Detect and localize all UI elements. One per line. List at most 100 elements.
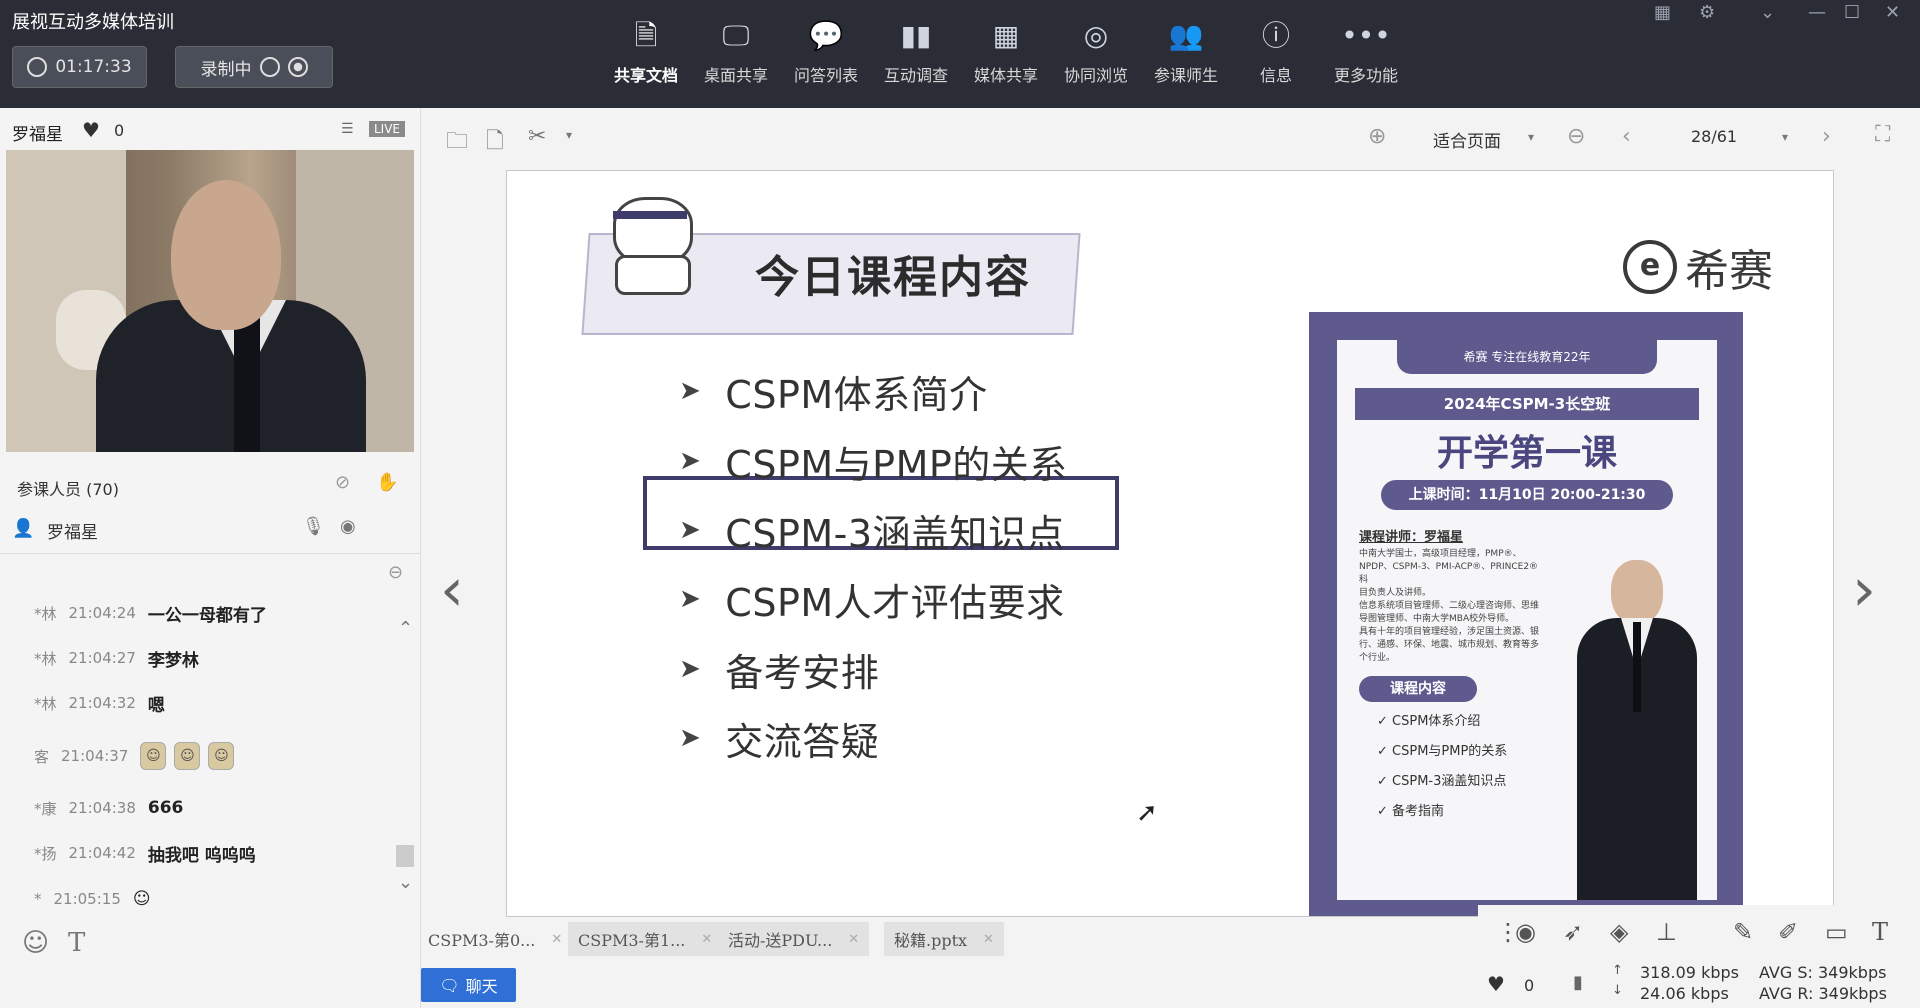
microphone-icon[interactable]: 🎙 bbox=[302, 516, 325, 537]
toolbar-media-share[interactable]: ▦ 媒体共享 bbox=[961, 18, 1051, 86]
session-timer: 01:17:33 bbox=[12, 46, 147, 88]
pause-recording-icon[interactable] bbox=[259, 57, 280, 77]
presenter-likes: 0 bbox=[114, 121, 125, 140]
file-tab[interactable]: 活动-送PDU... ✕ bbox=[718, 922, 870, 956]
pointer-icon[interactable]: ➶ bbox=[1563, 918, 1583, 946]
highlighter-icon[interactable]: ✎ bbox=[1733, 918, 1753, 946]
zoom-dropdown-icon[interactable]: ▾ bbox=[1528, 130, 1534, 144]
previous-page-icon[interactable]: ‹ bbox=[1622, 124, 1631, 149]
poster-class-name: 2024年CSPM-3长空班 bbox=[1355, 388, 1699, 420]
zoom-out-icon[interactable]: ⊖ bbox=[1567, 124, 1585, 149]
stamp-icon[interactable]: ⊥ bbox=[1656, 918, 1677, 946]
heart-icon[interactable]: ♥ bbox=[82, 118, 100, 142]
slide-bullet: ➤ 备考安排 bbox=[679, 639, 879, 699]
close-icon[interactable]: ✕ bbox=[1885, 2, 1900, 23]
zoom-in-icon[interactable]: ⊕ bbox=[1368, 124, 1386, 149]
chat-message: *林 21:04:27 李梦林 bbox=[34, 645, 199, 671]
folder-icon[interactable]: 🗀 bbox=[446, 124, 468, 162]
maximize-icon[interactable]: ☐ bbox=[1844, 2, 1860, 23]
toolbar-more[interactable]: ••• 更多功能 bbox=[1321, 18, 1411, 86]
list-menu-icon[interactable]: ☰ bbox=[341, 121, 354, 137]
toolbar-share-document[interactable]: 🗎 共享文档 bbox=[601, 18, 691, 86]
chat-time: 21:04:38 bbox=[68, 799, 136, 817]
next-page-icon[interactable]: › bbox=[1822, 124, 1831, 149]
poll-icon: ▮▮ bbox=[900, 19, 932, 52]
text-tool-icon[interactable]: T bbox=[1872, 918, 1888, 946]
file-tab[interactable]: 秘籍.pptx ✕ bbox=[884, 922, 1004, 956]
page-dropdown-icon[interactable]: ▾ bbox=[1782, 130, 1788, 144]
toolbar-cobrowse[interactable]: ◎ 协同浏览 bbox=[1051, 18, 1141, 86]
scroll-down-icon[interactable]: ⌄ bbox=[398, 872, 413, 893]
fullscreen-icon[interactable]: ⛶ bbox=[1875, 122, 1890, 147]
text-format-icon[interactable]: T bbox=[68, 928, 85, 958]
signal-icon: ▮ bbox=[1573, 972, 1583, 993]
poster-item-text: 备考指南 bbox=[1392, 804, 1445, 819]
dropdown-arrow-icon[interactable]: ▾ bbox=[566, 128, 572, 142]
presentation-slide: 今日课程内容 e 希赛 ➤ CSPM体系简介 ➤ CSPM与PMP的关系 ➤ CSPM… bbox=[506, 170, 1834, 917]
chat-message: *林 21:04:32 嗯 bbox=[34, 690, 165, 716]
slide-prev-arrow-icon[interactable]: ‹ bbox=[440, 555, 464, 625]
poster-item: ✓ CSPM-3涵盖知识点 bbox=[1377, 774, 1507, 789]
avg-receive-rate: AVG R: 349kbps bbox=[1759, 984, 1887, 1003]
file-icon[interactable]: 🗋 bbox=[486, 124, 504, 162]
scroll-up-icon[interactable]: ⌃ bbox=[398, 618, 413, 639]
stop-recording-icon[interactable] bbox=[287, 57, 308, 77]
rectangle-icon[interactable]: ▭ bbox=[1825, 918, 1848, 946]
more-icon: ••• bbox=[1341, 19, 1391, 52]
chat-user: 客 bbox=[34, 747, 50, 766]
emoji-picker-icon[interactable]: ☺ bbox=[22, 928, 49, 958]
toolbar-qa-list[interactable]: 💬 问答列表 bbox=[781, 18, 871, 86]
chat-message: 客 21:04:37 ☺ ☺ ☺ bbox=[34, 742, 242, 770]
mute-all-icon[interactable]: ⊘ bbox=[335, 472, 350, 493]
chevron-down-icon[interactable]: ⌄ bbox=[1760, 2, 1775, 23]
zoom-select[interactable]: 适合页面 bbox=[1433, 127, 1501, 152]
poster-content-label: 课程内容 bbox=[1359, 676, 1477, 702]
toolbar-desktop-share[interactable]: 🖵 桌面共享 bbox=[691, 18, 781, 86]
toolbar-info[interactable]: ⓘ 信息 bbox=[1231, 18, 1321, 86]
minimize-icon[interactable]: — bbox=[1808, 2, 1826, 23]
chat-text: 一公一母都有了 bbox=[147, 605, 267, 626]
toolbar-participants[interactable]: 👥 参课师生 bbox=[1141, 18, 1231, 86]
recording-control[interactable]: 录制中 bbox=[175, 46, 333, 88]
close-tab-icon[interactable]: ✕ bbox=[701, 932, 712, 947]
file-tab-label: 活动-送PDU... bbox=[728, 931, 833, 950]
timer-text: 01:17:33 bbox=[55, 57, 132, 77]
close-tab-icon[interactable]: ✕ bbox=[551, 932, 562, 947]
file-tab[interactable]: CSPM3-第0... ✕ bbox=[418, 922, 572, 956]
collapse-icon[interactable]: ⊖ bbox=[388, 562, 403, 583]
footer-heart-icon[interactable]: ♥ bbox=[1487, 972, 1505, 996]
chat-time: 21:04:32 bbox=[68, 694, 136, 712]
chat-text: 嗯 bbox=[147, 695, 165, 716]
close-tab-icon[interactable]: ✕ bbox=[983, 932, 994, 947]
file-tab-active[interactable]: CSPM3-第1... ✕ bbox=[568, 922, 723, 956]
settings-icon[interactable]: ⚙ bbox=[1699, 2, 1715, 23]
poster-header: 希赛 专注在线教育22年 bbox=[1397, 340, 1657, 374]
eraser-icon[interactable]: ◈ bbox=[1610, 918, 1628, 946]
bullet-text: 备考安排 bbox=[725, 650, 880, 695]
pen-icon[interactable]: ✐ bbox=[1778, 918, 1798, 946]
layout-icon[interactable]: ▦ bbox=[1654, 2, 1671, 23]
chat-message: *康 21:04:38 666 bbox=[34, 795, 183, 821]
camera-icon[interactable]: ◉ bbox=[340, 516, 356, 537]
compass-icon: ◎ bbox=[1083, 19, 1109, 52]
chat-button[interactable]: 🗨 聊天 bbox=[421, 968, 516, 1002]
bio-line: 具有十年的项目管理经验，涉足国土资源、银 bbox=[1359, 627, 1540, 637]
participant-name[interactable]: 罗福星 bbox=[47, 518, 98, 543]
raise-hand-icon[interactable]: ✋ bbox=[376, 472, 398, 493]
bio-line: 中南大学国士，高级项目经理，PMP®、 bbox=[1359, 549, 1522, 559]
bullet-arrow-icon: ➤ bbox=[679, 654, 702, 684]
qa-icon: 💬 bbox=[808, 19, 844, 52]
slide-title: 今日课程内容 bbox=[755, 252, 1031, 303]
bullet-text: CSPM人才评估要求 bbox=[725, 580, 1065, 625]
document-icon: 🗎 bbox=[634, 19, 658, 52]
record-dot-icon[interactable]: ◉ bbox=[1515, 918, 1536, 946]
chat-user: * bbox=[34, 890, 42, 908]
grin-emoji-icon: ☺ ☺ ☺ bbox=[140, 742, 242, 770]
toolbar-poll[interactable]: ▮▮ 互动调查 bbox=[871, 18, 961, 86]
scissors-icon[interactable]: ✂ bbox=[528, 124, 546, 149]
chat-scrollbar-thumb[interactable] bbox=[396, 845, 414, 867]
close-tab-icon[interactable]: ✕ bbox=[848, 932, 859, 947]
chat-user: *林 bbox=[34, 649, 57, 668]
page-indicator[interactable]: 28/61 bbox=[1691, 127, 1737, 146]
slide-next-arrow-icon[interactable]: › bbox=[1852, 555, 1876, 625]
